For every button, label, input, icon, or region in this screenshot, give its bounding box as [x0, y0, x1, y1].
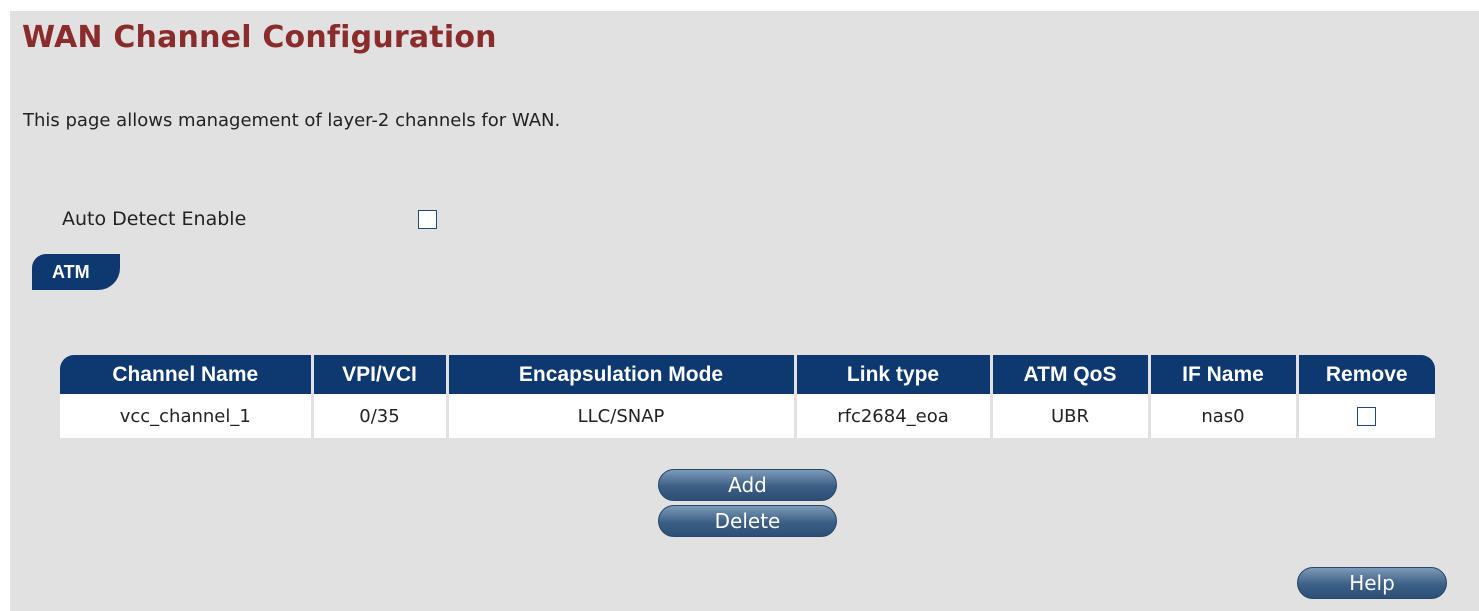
header-atm-qos: ATM QoS [991, 355, 1151, 394]
header-if-name: IF Name [1149, 355, 1299, 394]
header-remove: Remove [1297, 355, 1435, 394]
page-title: WAN Channel Configuration [22, 20, 497, 55]
help-button[interactable]: Help [1297, 567, 1447, 599]
cell-channel-name: vcc_channel_1 [60, 394, 314, 438]
header-encapsulation-mode: Encapsulation Mode [447, 355, 797, 394]
cell-vpi-vci: 0/35 [312, 394, 449, 438]
header-link-type: Link type [795, 355, 993, 394]
auto-detect-label: Auto Detect Enable [62, 208, 247, 230]
add-button[interactable]: Add [658, 469, 837, 501]
channel-table: Channel Name VPI/VCI Encapsulation Mode … [60, 355, 1435, 438]
config-page: WAN Channel Configuration This page allo… [10, 11, 1479, 611]
cell-atm-qos: UBR [991, 394, 1151, 438]
cell-encapsulation: LLC/SNAP [447, 394, 797, 438]
atm-section-tab: ATM [32, 254, 120, 290]
page-description: This page allows management of layer-2 c… [23, 110, 561, 131]
delete-button[interactable]: Delete [658, 505, 837, 537]
cell-remove [1297, 394, 1435, 438]
cell-link-type: rfc2684_eoa [795, 394, 993, 438]
table-header-row: Channel Name VPI/VCI Encapsulation Mode … [60, 355, 1435, 394]
auto-detect-checkbox[interactable] [418, 210, 437, 229]
header-channel-name: Channel Name [60, 355, 314, 394]
remove-checkbox[interactable] [1357, 407, 1377, 426]
header-vpi-vci: VPI/VCI [312, 355, 449, 394]
table-row: vcc_channel_1 0/35 LLC/SNAP rfc2684_eoa … [60, 394, 1435, 438]
cell-if-name: nas0 [1149, 394, 1299, 438]
